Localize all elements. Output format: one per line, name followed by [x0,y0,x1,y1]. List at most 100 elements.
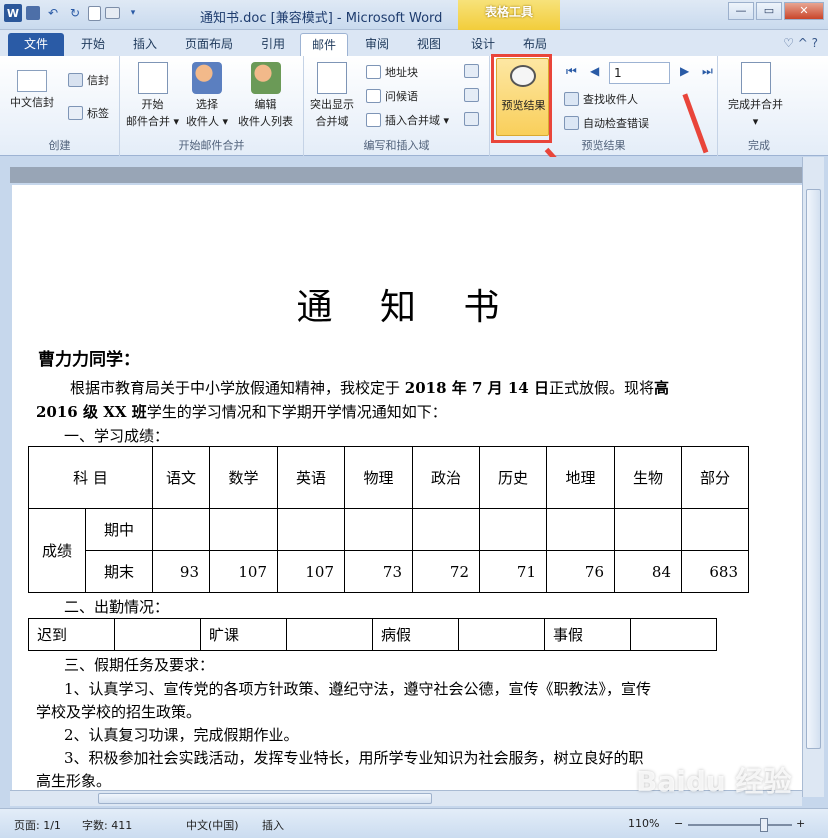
greeting-label: 问候语 [385,90,418,103]
final-score-cell: 93 [152,550,210,593]
group-finish-title: 完成 [748,139,770,152]
horizontal-ruler [10,157,802,185]
insert-mode-indicator[interactable]: 插入 [262,817,284,833]
edit-list-line1: 编辑 [254,98,277,111]
tab-view[interactable]: 视图 [410,33,448,56]
tab-design[interactable]: 设计 [463,33,503,56]
horizontal-scroll-thumb[interactable] [98,793,432,804]
final-score-cell: 73 [344,550,413,593]
edit-list-line2: 收件人列表 [238,115,293,128]
midterm-cell [546,508,615,551]
tab-insert[interactable]: 插入 [126,33,164,56]
minimize-button[interactable]: — [728,2,754,20]
print-icon[interactable] [105,7,120,19]
tab-layout[interactable]: 布局 [515,33,555,56]
label-button[interactable]: 标签 [68,105,109,121]
group-finish: 完成并合并 ▾ 完成 [718,56,800,156]
next-record-icon[interactable]: ▶ [680,64,689,78]
intro-paragraph: 根据市教育局关于中小学放假通知精神，我校定于 2018 年 7 月 14 日正式… [36,376,748,400]
midterm-cell [412,508,480,551]
window-controls: — ▭ ✕ [728,2,824,20]
select-recipients-line1: 选择 [196,98,219,111]
word-count[interactable]: 字数: 411 [82,817,132,833]
find-recipient-icon [564,92,579,106]
language-indicator[interactable]: 中文(中国) [186,817,239,833]
midterm-cell [614,508,682,551]
match-fields-button[interactable] [464,88,479,102]
group-write-insert-title: 编写和插入域 [363,139,430,152]
tab-references[interactable]: 引用 [254,33,292,56]
final-score-cell: 107 [209,550,278,593]
zoom-in-button[interactable]: + [796,817,805,830]
attendance-cell [458,618,545,651]
highlight-line2: 合并域 [315,115,349,128]
zoom-slider[interactable] [688,824,792,826]
auto-check-errors-button[interactable]: 自动检查错误 [564,115,649,131]
qat-dropdown-icon[interactable]: ▾ [124,4,142,22]
print-preview-icon[interactable] [88,5,101,21]
task-1-line2: 学校及学校的招生政策。 [36,703,202,721]
update-labels-button[interactable] [464,112,479,126]
insert-merge-field-button[interactable]: 插入合并域 ▾ [366,112,449,128]
chinese-envelope-label: 中文信封 [10,96,54,109]
zoom-level[interactable]: 110% [628,817,659,830]
save-icon[interactable] [26,6,40,20]
envelope-small-icon [68,73,83,87]
final-label-cell: 期末 [85,550,153,593]
midterm-label-cell: 期中 [85,508,153,551]
ribbon-help-icons[interactable]: ♡ ^ ? [783,36,818,50]
close-button[interactable]: ✕ [784,2,824,20]
word-logo-icon[interactable]: W [4,4,22,22]
tab-page-layout[interactable]: 页面布局 [178,33,240,56]
zoom-slider-thumb[interactable] [760,818,768,832]
update-labels-icon [464,112,479,126]
highlight-merge-fields-button[interactable]: 突出显示 合并域 [310,62,354,130]
last-record-icon[interactable]: ⏭ [702,64,713,79]
undo-icon[interactable]: ↶ [44,4,62,22]
subject-cell: 地理 [546,446,615,509]
group-write-insert: 突出显示 合并域 地址块 问候语 插入合并域 ▾ 编写和插入域 [304,56,490,156]
first-record-icon[interactable]: ⏮ [566,64,577,79]
document-page[interactable]: 通 知 书 曹力力同学： 根据市教育局关于中小学放假通知精神，我校定于 2018… [12,185,802,795]
midterm-cell [344,508,413,551]
subject-cell: 语文 [152,446,210,509]
intro-date: 2018 年 7 月 14 日 [404,379,549,397]
people-icon [192,62,223,94]
tab-review[interactable]: 审阅 [358,33,396,56]
previous-record-icon[interactable]: ◀ [590,64,599,78]
restore-button[interactable]: ▭ [756,2,782,20]
quick-access-toolbar: W ↶ ↻ ▾ [4,4,142,22]
start-mail-merge-button[interactable]: 开始 邮件合并 ▾ [126,62,179,130]
address-block-button[interactable]: 地址块 [366,64,418,80]
tab-mailings[interactable]: 邮件 [300,33,348,56]
record-number-input[interactable]: 1 [609,62,670,84]
find-recipient-button[interactable]: 查找收件人 [564,91,638,107]
finish-merge-button[interactable]: 完成并合并 ▾ [728,62,783,130]
tab-file[interactable]: 文件 [8,33,64,56]
check-errors-icon [564,116,579,130]
attendance-cell [286,618,373,651]
zoom-out-button[interactable]: − [674,817,683,830]
greeting-line-button[interactable]: 问候语 [366,88,418,104]
redo-icon[interactable]: ↻ [66,4,84,22]
vertical-scroll-thumb[interactable] [806,189,821,749]
table-tools-context-label: 表格工具 [458,0,560,30]
midterm-cell [152,508,210,551]
attendance-cell: 事假 [544,618,631,651]
tab-home[interactable]: 开始 [74,33,112,56]
final-score-cell: 84 [614,550,682,593]
intro-text-2: 正式放假。现将 [548,379,654,397]
status-bar: 页面: 1/1 字数: 411 中文(中国) 插入 110% − + [0,808,828,838]
rules-button[interactable] [464,64,479,78]
edit-recipient-list-button[interactable]: 编辑 收件人列表 [238,62,293,130]
envelope-button[interactable]: 信封 [68,72,109,88]
vertical-scrollbar[interactable] [802,157,824,797]
page-count[interactable]: 页面: 1/1 [14,817,61,833]
chinese-envelope-button[interactable]: 中文信封 [10,62,54,111]
midterm-cell [209,508,278,551]
title-bar: W ↶ ↻ ▾ 通知书.doc [兼容模式] - Microsoft Word … [0,0,828,30]
select-recipients-button[interactable]: 选择 收件人 ▾ [186,62,228,130]
attendance-cell [114,618,201,651]
midterm-cell [479,508,547,551]
attendance-cell [630,618,717,651]
